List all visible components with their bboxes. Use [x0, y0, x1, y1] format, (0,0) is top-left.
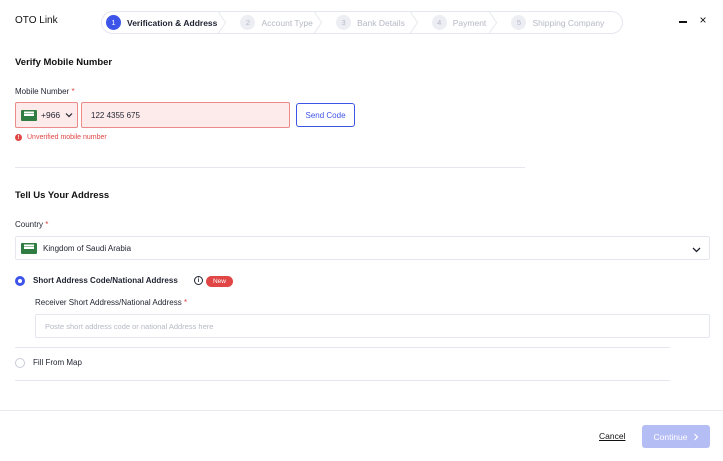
- fill-from-map-radio[interactable]: [15, 358, 25, 368]
- short-address-label: Short Address Code/National Address: [33, 276, 178, 285]
- country-code-value: +966: [41, 110, 61, 120]
- minimize-icon[interactable]: [678, 15, 689, 27]
- country-label: Country *: [15, 220, 48, 229]
- phone-error: ! Unverified mobile number: [15, 134, 107, 141]
- mobile-number-label: Mobile Number *: [15, 87, 75, 96]
- send-code-button[interactable]: Send Code: [296, 103, 355, 127]
- step-account-type[interactable]: 2 Account Type: [226, 12, 323, 33]
- step-number: 5: [511, 15, 527, 30]
- required-mark: *: [183, 298, 188, 307]
- saudi-flag-icon: [21, 109, 37, 121]
- verify-section-title: Verify Mobile Number: [15, 57, 113, 68]
- stepper: 1 Verification & Address 2 Account Type …: [101, 11, 623, 34]
- required-mark: *: [45, 220, 49, 229]
- error-text: Unverified mobile number: [27, 134, 107, 141]
- step-label: Account Type: [261, 17, 313, 28]
- short-address-radio[interactable]: [15, 276, 25, 286]
- continue-label: Continue: [653, 431, 688, 442]
- error-icon: !: [15, 134, 22, 141]
- info-icon[interactable]: i: [194, 276, 203, 285]
- step-label: Verification & Address: [127, 17, 218, 28]
- step-label: Payment: [452, 17, 487, 28]
- label-text: Mobile Number: [15, 87, 70, 96]
- receiver-address-input[interactable]: Poste short address code or national Add…: [35, 314, 710, 338]
- divider: [15, 380, 670, 381]
- app-title: OTO Link: [15, 15, 58, 26]
- step-payment[interactable]: 4 Payment: [418, 12, 498, 33]
- step-label: Shipping Company: [532, 17, 605, 28]
- fill-from-map-label: Fill From Map: [33, 358, 82, 367]
- label-text: Country: [15, 220, 44, 229]
- step-bank-details[interactable]: 3 Bank Details: [322, 12, 418, 33]
- step-shipping-company[interactable]: 5 Shipping Company: [497, 12, 622, 33]
- divider: [15, 347, 670, 348]
- address-section-title: Tell Us Your Address: [15, 190, 110, 201]
- footer-divider: [0, 410, 723, 411]
- divider: [15, 167, 525, 168]
- new-badge: New: [206, 276, 233, 287]
- country-code-select[interactable]: +966: [15, 102, 78, 128]
- step-number: 2: [240, 15, 256, 30]
- close-icon[interactable]: ×: [697, 13, 709, 27]
- country-value: Kingdom of Saudi Arabia: [43, 243, 132, 253]
- chevron-down-icon: [692, 247, 701, 253]
- step-verification-address[interactable]: 1 Verification & Address: [102, 12, 227, 33]
- receiver-address-label: Receiver Short Address/National Address …: [35, 298, 187, 307]
- step-number: 1: [106, 15, 121, 30]
- chevron-right-icon: [693, 433, 698, 440]
- cancel-button[interactable]: Cancel: [599, 431, 625, 441]
- step-number: 4: [431, 15, 447, 30]
- required-mark: *: [71, 87, 75, 96]
- label-text: Receiver Short Address/National Address: [35, 298, 182, 307]
- step-label: Bank Details: [357, 17, 405, 28]
- chevron-down-icon: [65, 113, 73, 118]
- saudi-flag-icon: [21, 242, 37, 254]
- step-number: 3: [336, 15, 352, 30]
- continue-button[interactable]: Continue: [642, 425, 710, 448]
- country-select[interactable]: Kingdom of Saudi Arabia: [15, 236, 710, 260]
- phone-number-input[interactable]: 122 4355 675: [81, 102, 290, 128]
